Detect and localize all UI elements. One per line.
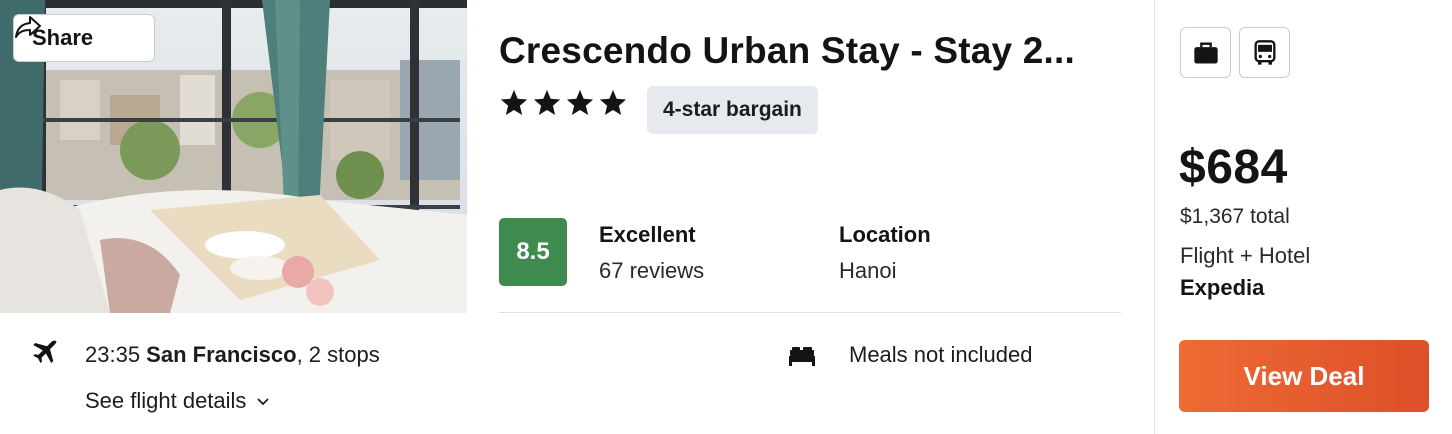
- rating-score: 8.5: [499, 218, 567, 286]
- hotel-deal-card: Share Crescendo Urban Stay - Stay 2... 4…: [0, 0, 1452, 434]
- star-rating: [499, 88, 628, 118]
- location-label: Location: [839, 222, 931, 247]
- location-value: Hanoi: [839, 258, 897, 283]
- flight-details-label: See flight details: [85, 388, 247, 413]
- flight-time: 23:35: [85, 342, 147, 367]
- bus-icon: [1254, 39, 1275, 65]
- package-type: Flight + Hotel: [1180, 243, 1311, 268]
- star-icon: [599, 89, 627, 115]
- briefcase-icon: [1193, 42, 1218, 63]
- hotel-name[interactable]: Crescendo Urban Stay - Stay 2...: [499, 30, 1129, 72]
- chevron-down-icon: [257, 398, 270, 406]
- bargain-badge: 4-star bargain: [647, 86, 818, 134]
- rating-label: Excellent: [599, 222, 696, 247]
- star-icon: [566, 89, 594, 115]
- view-deal-button[interactable]: View Deal: [1179, 340, 1429, 412]
- share-button[interactable]: Share: [13, 14, 155, 62]
- flight-stops: , 2 stops: [296, 342, 380, 367]
- baggage-chip[interactable]: [1180, 27, 1231, 78]
- price-per-person: $684: [1179, 141, 1288, 194]
- review-count[interactable]: 67 reviews: [599, 258, 704, 284]
- meals-info: Meals not included: [849, 342, 1033, 367]
- flight-origin: San Francisco: [146, 342, 297, 367]
- hotel-photo[interactable]: Share: [0, 0, 467, 313]
- airplane-icon: [33, 340, 57, 363]
- price-total: $1,367 total: [1180, 205, 1290, 228]
- share-icon: [15, 16, 41, 38]
- star-icon: [533, 89, 561, 115]
- column-divider: [1154, 0, 1155, 434]
- provider-name: Expedia: [1180, 275, 1265, 300]
- see-flight-details-link[interactable]: See flight details: [85, 388, 270, 414]
- transfer-chip[interactable]: [1239, 27, 1290, 78]
- flight-summary: 23:35 San Francisco, 2 stops: [85, 342, 380, 368]
- bed-icon: [789, 347, 815, 366]
- divider: [499, 312, 1121, 313]
- star-icon: [500, 89, 528, 115]
